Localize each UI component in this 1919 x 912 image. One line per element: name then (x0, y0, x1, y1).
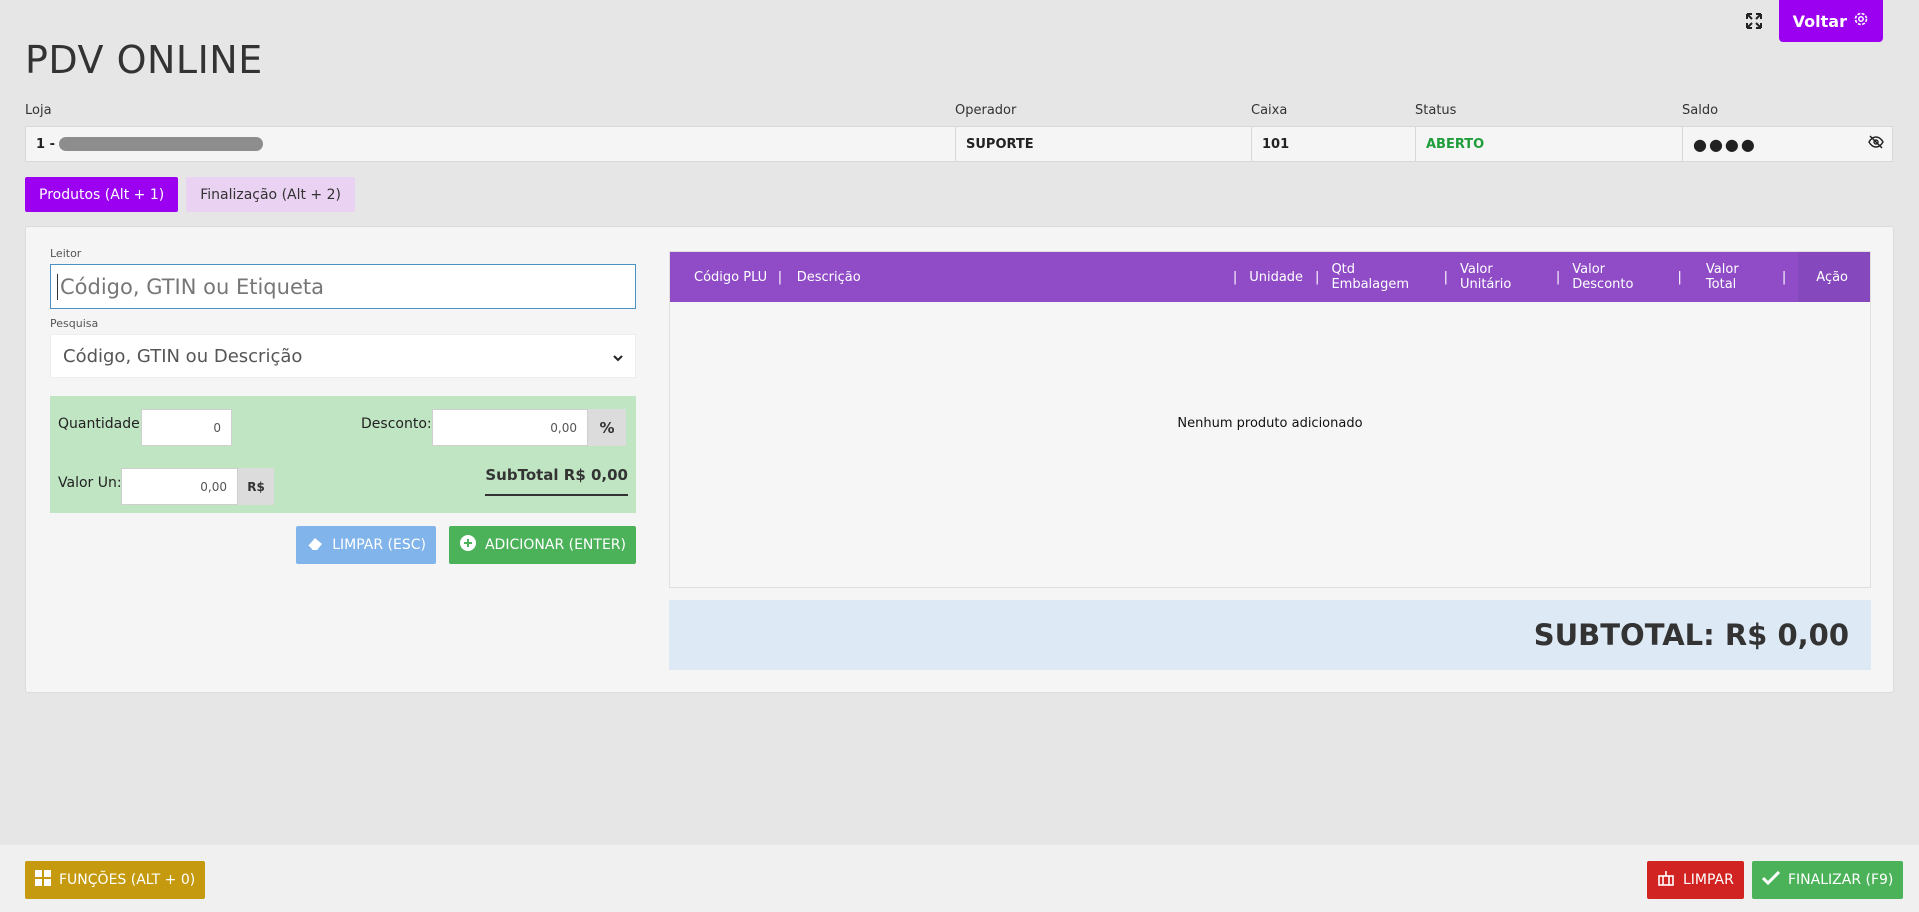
loja-value: 1 - (26, 127, 956, 161)
finish-sale-label: FINALIZAR (F9) (1788, 872, 1894, 888)
valor-un-label: Valor Un: (58, 475, 122, 491)
broom-icon (1657, 870, 1675, 890)
quantidade-label: Quantidade: (58, 416, 145, 432)
grid-col-valor-total[interactable]: Valor Total (1694, 262, 1770, 292)
col-header-loja: Loja (25, 102, 52, 118)
saldo-value: ●●●● (1683, 127, 1892, 161)
grid-col-unidade[interactable]: Unidade (1249, 270, 1303, 285)
product-grid: Código PLU | Descrição | Unidade | Qtd E… (669, 251, 1871, 588)
functions-button[interactable]: FUNÇÕES (ALT + 0) (25, 861, 206, 899)
order-subtotal: SUBTOTAL: R$ 0,00 (669, 600, 1871, 670)
col-header-operador: Operador (955, 102, 1017, 118)
grid-separator: | (777, 269, 783, 285)
status-value: ABERTO (1416, 127, 1683, 161)
clear-sale-label: LIMPAR (1683, 872, 1734, 888)
col-header-saldo: Saldo (1682, 102, 1719, 118)
footer-bar: FUNÇÕES (ALT + 0) LIMPAR FINALIZAR (F9) (0, 845, 1919, 912)
saldo-masked: ●●●● (1693, 134, 1757, 154)
finish-sale-button[interactable]: FINALIZAR (F9) (1752, 861, 1904, 899)
currency-addon: R$ (238, 468, 274, 505)
product-entry-form: Leitor Código, GTIN ou Etiqueta Pesquisa… (50, 247, 636, 564)
pesquisa-select[interactable]: Código, GTIN ou Descrição (50, 334, 636, 378)
operador-value: SUPORTE (956, 127, 1252, 161)
leitor-placeholder: Código, GTIN ou Etiqueta (60, 274, 324, 299)
col-header-status: Status (1415, 102, 1457, 118)
clear-entry-button[interactable]: LIMPAR (ESC) (296, 526, 436, 564)
top-actions: Voltar (1743, 0, 1883, 42)
products-panel: Leitor Código, GTIN ou Etiqueta Pesquisa… (25, 226, 1894, 693)
pesquisa-placeholder: Código, GTIN ou Descrição (63, 345, 303, 367)
empty-grid-message: Nenhum produto adicionado (1177, 416, 1363, 431)
eye-off-icon[interactable] (1868, 135, 1884, 153)
grid-col-codigo-plu[interactable]: Código PLU (670, 270, 778, 285)
grid-col-valor-unitario[interactable]: Valor Unitário (1460, 262, 1544, 292)
eraser-icon (306, 535, 324, 555)
gear-icon (1853, 11, 1869, 31)
loja-prefix: 1 - (36, 136, 55, 152)
grid-separator: | (1677, 269, 1682, 285)
grid-icon (35, 870, 51, 890)
leitor-label: Leitor (50, 247, 82, 260)
back-button[interactable]: Voltar (1778, 0, 1883, 42)
redacted-store-name (58, 137, 263, 151)
desconto-input[interactable]: 0,00 (432, 409, 588, 446)
grid-col-acao[interactable]: Ação (1798, 252, 1871, 302)
plus-circle-icon (459, 534, 477, 556)
grid-separator: | (1315, 269, 1320, 285)
add-product-button[interactable]: ADICIONAR (ENTER) (448, 526, 636, 564)
tab-finalizacao[interactable]: Finalização (Alt + 2) (186, 177, 355, 212)
fullscreen-icon[interactable] (1743, 10, 1765, 32)
page-title: PDV ONLINE (25, 38, 263, 82)
add-product-label: ADICIONAR (ENTER) (484, 537, 626, 553)
chevron-down-icon (613, 346, 623, 367)
clear-entry-label: LIMPAR (ESC) (332, 537, 426, 553)
grid-separator: | (1555, 269, 1561, 285)
grid-header: Código PLU | Descrição | Unidade | Qtd E… (670, 252, 1871, 302)
caixa-value: 101 (1252, 127, 1416, 161)
grid-col-qtd-embalagem[interactable]: Qtd Embalagem (1331, 262, 1431, 292)
entry-actions: LIMPAR (ESC) ADICIONAR (ENTER) (50, 526, 636, 564)
clear-sale-button[interactable]: LIMPAR (1647, 861, 1744, 899)
grid-col-descricao[interactable]: Descrição (797, 270, 1221, 285)
item-subtotal: SubTotal R$ 0,00 (485, 466, 628, 496)
item-details-box: Quantidade: 0 Desconto: 0,00 % Valor Un:… (50, 396, 636, 513)
grid-col-valor-desconto[interactable]: Valor Desconto (1572, 262, 1665, 292)
grid-separator: | (1443, 269, 1448, 285)
percent-icon[interactable]: % (588, 409, 626, 446)
grid-separator: | (1781, 269, 1787, 285)
session-info-table: Loja Operador Caixa Status Saldo 1 - SUP… (25, 100, 1893, 162)
desconto-label: Desconto: (361, 416, 432, 432)
grid-separator: | (1232, 269, 1238, 285)
pesquisa-label: Pesquisa (50, 317, 99, 330)
quantidade-input[interactable]: 0 (141, 409, 232, 446)
leitor-input[interactable]: Código, GTIN ou Etiqueta (50, 264, 636, 309)
back-button-label: Voltar (1792, 11, 1847, 31)
col-header-caixa: Caixa (1251, 102, 1288, 118)
tab-bar: Produtos (Alt + 1) Finalização (Alt + 2) (25, 177, 355, 212)
functions-label: FUNÇÕES (ALT + 0) (59, 872, 196, 888)
tab-produtos[interactable]: Produtos (Alt + 1) (25, 177, 179, 212)
valor-un-input[interactable]: 0,00 (121, 468, 238, 505)
check-icon (1761, 870, 1781, 889)
